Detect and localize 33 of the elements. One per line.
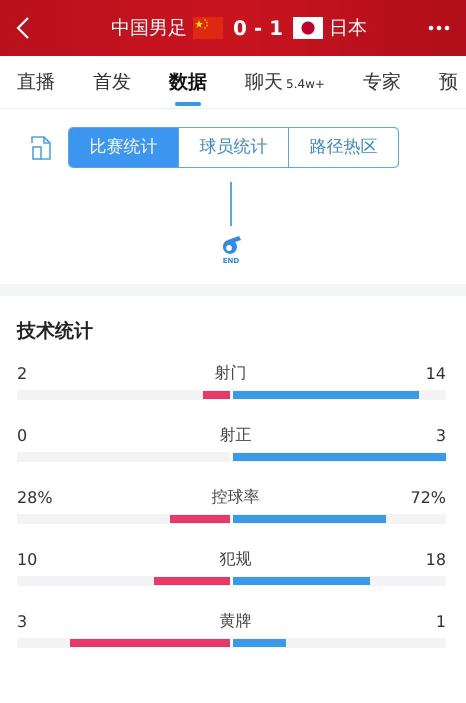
match-score: 0 - 1 (232, 16, 284, 40)
away-value: 18 (426, 550, 446, 568)
more-icon[interactable] (428, 25, 450, 31)
section-title: 技术统计 (16, 319, 94, 344)
home-value: 3 (17, 612, 28, 630)
team-name: 中国男足 (110, 16, 187, 41)
away-value: 72% (410, 488, 446, 506)
home-value: 2 (17, 364, 28, 382)
away-value: 1 (436, 612, 446, 630)
tab[interactable]: 预 (438, 56, 458, 108)
stat-name: 射正 (220, 424, 252, 446)
tab[interactable]: 数据 (169, 56, 207, 108)
home-value: 28% (17, 488, 53, 506)
segment-tab[interactable]: 路径热区 (288, 128, 398, 167)
team-name: 日本 (329, 16, 368, 41)
whistle-icon (220, 236, 242, 256)
stat-name: 射门 (214, 362, 246, 384)
tab[interactable]: 直播 (17, 56, 55, 108)
flag-icon (293, 17, 324, 39)
tab[interactable]: 聊天 5.4w+ (245, 56, 325, 108)
back-icon[interactable] (16, 16, 30, 40)
tab[interactable]: 专家 (362, 56, 401, 108)
stat-name: 犯规 (220, 548, 252, 570)
away-value: 14 (426, 364, 446, 382)
home-value: 10 (17, 550, 38, 568)
away-value: 3 (436, 426, 446, 444)
segment-tab[interactable]: 球员统计 (178, 128, 288, 167)
tab[interactable]: 首发 (93, 56, 131, 108)
flag-icon (192, 17, 223, 39)
home-value: 0 (17, 426, 28, 444)
stat-name: 黄牌 (220, 610, 252, 632)
stat-name: 控球率 (212, 486, 260, 508)
document-icon[interactable] (30, 134, 54, 160)
